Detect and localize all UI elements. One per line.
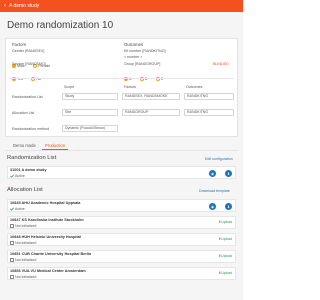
upload-button[interactable]: ⬆ Upload <box>218 254 232 258</box>
empty-status-icon <box>10 275 14 279</box>
allocation-list-title: Allocation List <box>7 187 43 193</box>
tab-demo-mode[interactable]: Demo mode <box>10 142 39 149</box>
upload-button[interactable]: ⬆ Upload <box>218 237 232 241</box>
divider <box>10 78 234 79</box>
view-icon[interactable]: ◉ <box>209 170 216 177</box>
allocation-factors-input[interactable]: RANDGROUP <box>122 109 180 116</box>
check-icon <box>10 207 14 211</box>
app-topbar: ‹ A demo study <box>0 0 243 12</box>
allocation-row[interactable]: 10847 KS Karolinska Institute Stockholm … <box>7 216 236 229</box>
row-status: Active <box>10 174 25 178</box>
row-status: Not initialized <box>10 224 36 228</box>
randomization-factors-input[interactable]: RANDSEX, RANDSMOKE <box>122 93 180 100</box>
check-icon <box>10 174 14 178</box>
randomization-list-title: Randomization List <box>7 155 57 161</box>
randomization-scope-input[interactable]: Study <box>62 93 118 100</box>
gender-label: Gender [RANDSEX] <box>12 49 45 53</box>
download-icon[interactable]: ⬇ <box>225 170 232 177</box>
download-icon[interactable]: ⬇ <box>225 203 232 210</box>
allocation-outcomes-input[interactable]: RANDKITNO <box>184 109 234 116</box>
outcomes-header: Outcomes <box>186 85 203 89</box>
page-title: Demo randomization 10 <box>7 20 114 31</box>
randomization-list-label: Randomization List <box>12 95 43 99</box>
factors-label: Factors <box>12 42 26 47</box>
row-name: 10848 HUH Helsinki University Hospital <box>10 235 81 239</box>
randomization-outcomes-input[interactable]: RANDKITNO <box>184 93 234 100</box>
smoker-options: Yes No <box>12 68 45 86</box>
chevron-left-icon[interactable]: ‹ <box>4 3 6 9</box>
download-template-link[interactable]: Download template <box>199 189 230 193</box>
group-label: Group [RANDGROUP] <box>124 62 161 66</box>
randomization-method-label: Randomization method <box>12 127 49 131</box>
randomization-row[interactable]: 31001 A demo study Active ◉ ⬇ <box>7 166 236 179</box>
allocation-row[interactable]: 10845 AHU Academic Hospital Uppsala Acti… <box>7 199 236 212</box>
allocation-row[interactable]: 10853 VUA VU Medical Center Amsterdam No… <box>7 267 236 280</box>
empty-status-icon <box>10 241 14 245</box>
upload-button[interactable]: ⬆ Upload <box>218 271 232 275</box>
row-name: 10851 CUB Charite University Hospital Be… <box>10 252 92 256</box>
row-status: Not initialized <box>10 241 36 245</box>
view-icon[interactable]: ◉ <box>209 203 216 210</box>
randomization-method-select[interactable]: Dynamic (Pocock/Simon) <box>62 125 118 132</box>
study-title[interactable]: A demo study <box>9 3 39 9</box>
row-status: Active <box>10 207 25 211</box>
allocation-row[interactable]: 10851 CUB Charite University Hospital Be… <box>7 250 236 263</box>
upload-button[interactable]: ⬆ Upload <box>218 220 232 224</box>
kit-number-value: < number > <box>124 55 143 59</box>
allocation-list-label: Allocation List <box>12 111 35 115</box>
allocation-scope-input[interactable]: Site <box>62 109 118 116</box>
allocation-row[interactable]: 10848 HUH Helsinki University Hospital N… <box>7 233 236 246</box>
outcomes-label: Outcomes <box>124 42 144 47</box>
factors-header: Factors <box>124 85 136 89</box>
tabs-divider <box>5 150 238 151</box>
scope-header: Scope <box>64 85 75 89</box>
smoker-label: Smoker [RANDSMO] <box>12 62 46 66</box>
empty-status-icon <box>10 258 14 262</box>
row-name: 10847 KS Karolinska Institute Stockholm <box>10 218 84 222</box>
edit-configuration-link[interactable]: Edit configuration <box>205 157 233 161</box>
row-name: 10853 VUA VU Medical Center Amsterdam <box>10 269 86 273</box>
group-options: A B C <box>124 68 167 86</box>
configuration-card: Factors Gender [RANDSEX] Male Female Smo… <box>5 38 238 137</box>
row-name: 10845 AHU Academic Hospital Uppsala <box>10 201 81 205</box>
empty-status-icon <box>10 224 14 228</box>
kit-number-label: Kit number [RANDKITNO] <box>124 49 166 53</box>
row-name: 31001 A demo study <box>10 168 47 172</box>
tab-production[interactable]: Production <box>42 142 69 150</box>
blinded-badge: BLINDED <box>213 62 229 66</box>
row-status: Not initialized <box>10 275 36 279</box>
row-status: Not initialized <box>10 258 36 262</box>
